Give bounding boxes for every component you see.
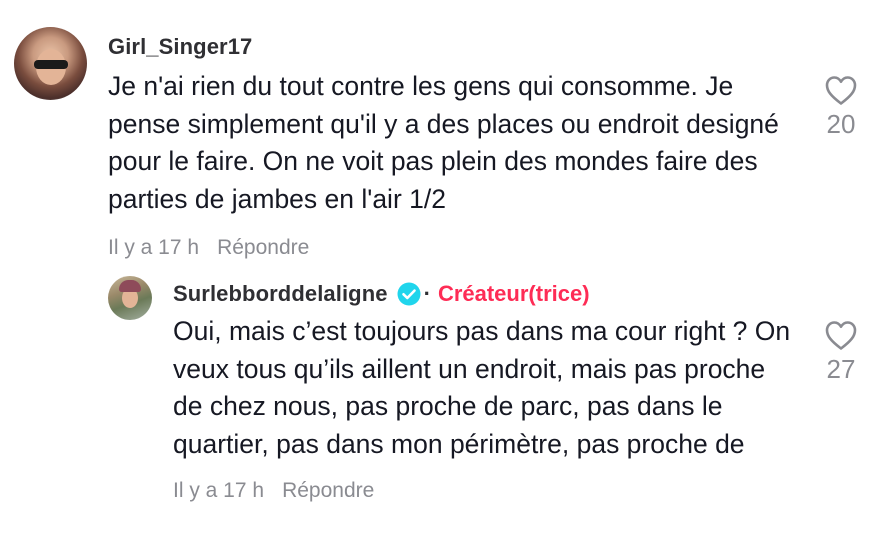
heart-icon <box>825 321 857 350</box>
reply-button[interactable]: Répondre <box>282 479 374 503</box>
comment-body: Girl_Singer17 Je n'ai rien du tout contr… <box>108 0 798 260</box>
comment-meta: Il y a 17 h Répondre <box>173 479 803 503</box>
comment-header: Surlebborddelaligne · Créateur(trice) <box>173 278 803 310</box>
comment: Girl_Singer17 Je n'ai rien du tout contr… <box>0 0 888 270</box>
comment-text: Je n'ai rien du tout contre les gens qui… <box>108 71 779 214</box>
comment-header: Girl_Singer17 <box>108 33 798 61</box>
creator-badge: Créateur(trice) <box>437 281 590 306</box>
avatar[interactable] <box>108 276 152 320</box>
like-button[interactable]: 20 <box>811 74 871 140</box>
timestamp: Il y a 17 h <box>173 479 265 502</box>
like-count: 27 <box>826 354 856 384</box>
comment-text: Oui, mais c’est toujours pas dans ma cou… <box>173 316 791 459</box>
avatar[interactable] <box>14 27 87 100</box>
comment-body: Surlebborddelaligne · Créateur(trice) Ou… <box>173 270 803 503</box>
timestamp: Il y a 17 h <box>108 236 200 259</box>
reply-button[interactable]: Répondre <box>217 236 309 260</box>
heart-icon <box>825 76 857 105</box>
verified-check-icon <box>397 282 421 306</box>
username[interactable]: Surlebborddelaligne <box>173 281 388 307</box>
like-count: 20 <box>826 109 856 139</box>
separator-dot: · <box>423 281 431 306</box>
comment-meta: Il y a 17 h Répondre <box>108 236 798 260</box>
username[interactable]: Girl_Singer17 <box>108 34 252 60</box>
comment-reply: Surlebborddelaligne · Créateur(trice) Ou… <box>0 270 888 550</box>
like-button[interactable]: 27 <box>811 319 871 385</box>
